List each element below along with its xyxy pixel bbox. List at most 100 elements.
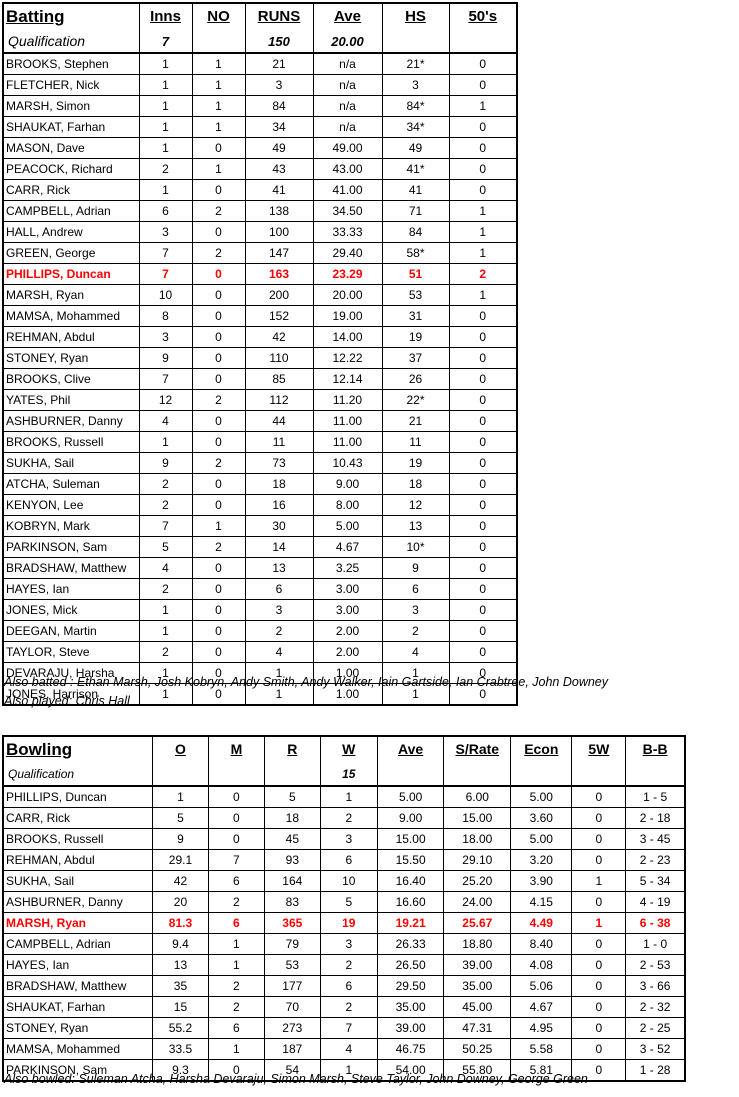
batting-cell-50-s: 0 [448,473,518,495]
batting-player-name: ASHBURNER, Danny [2,410,140,432]
bowling-cell-b-b: 2 - 32 [625,996,686,1018]
bowling-player-name: CAMPBELL, Adrian [2,933,154,955]
batting-cell-no: 0 [191,221,246,243]
batting-cell-runs: 14 [244,536,314,558]
bowling-cell-w: 2 [319,807,378,829]
batting-player-name: BROOKS, Russell [2,431,140,453]
batting-cell-hs: 4 [381,641,450,663]
bowling-cell-ave: 26.33 [376,933,445,955]
bowling-cell-w: 10 [319,870,378,892]
bowling-player-name: MARSH, Ryan [2,912,154,934]
batting-player-name: ATCHA, Suleman [2,473,140,495]
batting-row: BROOKS, Stephen 1 1 21 n/a 21* 0 [2,52,518,75]
batting-cell-ave: 3.00 [312,578,383,600]
bowling-cell-s-rate: 24.00 [443,891,512,913]
batting-cell-no: 0 [191,641,246,663]
batting-cell-no: 0 [191,557,246,579]
batting-cell-runs: 147 [244,242,314,264]
batting-note-also-batted: Also batted : Ethan Marsh, Josh Kobryn, … [4,675,609,689]
bowling-cell-o: 20 [152,891,209,913]
bowling-cell-b-b: 6 - 38 [625,912,686,934]
bowling-cell-w: 4 [319,1038,378,1060]
bowling-cell-o: 1 [152,785,209,808]
bowling-column-header-label: 5W [588,741,610,757]
bowling-cell-econ: 5.58 [510,1038,573,1060]
bowling-player-name: SHAUKAT, Farhan [2,996,154,1018]
bowling-cell-ave: 9.00 [376,807,445,829]
batting-column-header-hs: HS [381,2,450,31]
batting-cell-hs: 84* [381,95,450,117]
bowling-player-name: PHILLIPS, Duncan [2,785,154,808]
bowling-player-name: STONEY, Ryan [2,1017,154,1039]
batting-cell-runs: 3 [244,599,314,621]
batting-cell-50-s: 0 [448,410,518,432]
bowling-cell-5w: 1 [571,912,627,934]
batting-cell-inns: 1 [138,95,193,117]
batting-player-name: PHILLIPS, Duncan [2,263,140,285]
bowling-cell-b-b: 1 - 28 [625,1059,686,1082]
bowling-cell-m: 6 [207,1017,265,1039]
batting-cell-runs: 85 [244,368,314,390]
bowling-column-header-o: O [152,735,209,764]
bowling-qualification-b-b [625,764,686,787]
batting-cell-runs: 73 [244,452,314,474]
bowling-player-name: BROOKS, Russell [2,828,154,850]
bowling-cell-econ: 8.40 [510,933,573,955]
batting-cell-hs: 19 [381,452,450,474]
bowling-cell-s-rate: 35.00 [443,975,512,997]
batting-cell-ave: n/a [312,52,383,75]
batting-cell-inns: 2 [138,578,193,600]
bowling-cell-w: 2 [319,996,378,1018]
batting-cell-ave: n/a [312,74,383,96]
batting-cell-ave: 12.22 [312,347,383,369]
bowling-row: ASHBURNER, Danny 20 2 83 5 16.60 24.00 4.15 0 4 -… [2,891,686,913]
batting-row: TAYLOR, Steve 2 0 4 2.00 4 0 [2,641,518,663]
bowling-table: Bowling O M R W Ave S/Rate Econ 5W B-B Qualificati… [2,735,686,1082]
bowling-cell-r: 5 [263,785,321,808]
bowling-cell-r: 187 [263,1038,321,1060]
batting-cell-50-s: 0 [448,641,518,663]
batting-cell-runs: 44 [244,410,314,432]
bowling-cell-s-rate: 47.31 [443,1017,512,1039]
batting-player-name: CARR, Rick [2,179,140,201]
batting-cell-hs: 3 [381,599,450,621]
bowling-cell-econ: 4.49 [510,912,573,934]
bowling-cell-econ: 5.06 [510,975,573,997]
batting-cell-no: 1 [191,116,246,138]
bowling-player-name: CARR, Rick [2,807,154,829]
bowling-cell-o: 35 [152,975,209,997]
bowling-row: SUKHA, Sail 42 6 164 10 16.40 25.20 3.90 1 5 - 34 [2,870,686,892]
batting-cell-runs: 16 [244,494,314,516]
bowling-cell-s-rate: 18.80 [443,933,512,955]
bowling-row: PHILLIPS, Duncan 1 0 5 1 5.00 6.00 5.00 0 1 - 5 [2,785,686,808]
bowling-player-name: HAYES, Ian [2,954,154,976]
batting-cell-ave: 43.00 [312,158,383,180]
batting-cell-hs: 41* [381,158,450,180]
batting-cell-inns: 1 [138,431,193,453]
batting-cell-50-s: 0 [448,347,518,369]
batting-row: BROOKS, Clive 7 0 85 12.14 26 0 [2,368,518,390]
bowling-cell-ave: 15.50 [376,849,445,871]
batting-cell-inns: 10 [138,284,193,306]
batting-cell-runs: 34 [244,116,314,138]
batting-cell-inns: 7 [138,242,193,264]
batting-player-name: YATES, Phil [2,389,140,411]
bowling-cell-ave: 5.00 [376,785,445,808]
bowling-row: BROOKS, Russell 9 0 45 3 15.00 18.00 5.00 0 3 - 4… [2,828,686,850]
bowling-cell-m: 7 [207,849,265,871]
batting-row: KENYON, Lee 2 0 16 8.00 12 0 [2,494,518,516]
batting-cell-no: 0 [191,578,246,600]
bowling-qualification-o [152,764,209,787]
bowling-cell-econ: 3.20 [510,849,573,871]
bowling-cell-5w: 0 [571,996,627,1018]
batting-player-name: FLETCHER, Nick [2,74,140,96]
bowling-cell-econ: 5.00 [510,828,573,850]
batting-column-header-no: NO [191,2,246,31]
bowling-cell-5w: 0 [571,954,627,976]
batting-section: Batting Inns NO RUNS Ave HS 50's Qualification 7… [2,2,518,706]
batting-cell-inns: 2 [138,641,193,663]
bowling-cell-b-b: 4 - 19 [625,891,686,913]
batting-cell-50-s: 0 [448,158,518,180]
bowling-cell-m: 2 [207,975,265,997]
bowling-player-name: BRADSHAW, Matthew [2,975,154,997]
